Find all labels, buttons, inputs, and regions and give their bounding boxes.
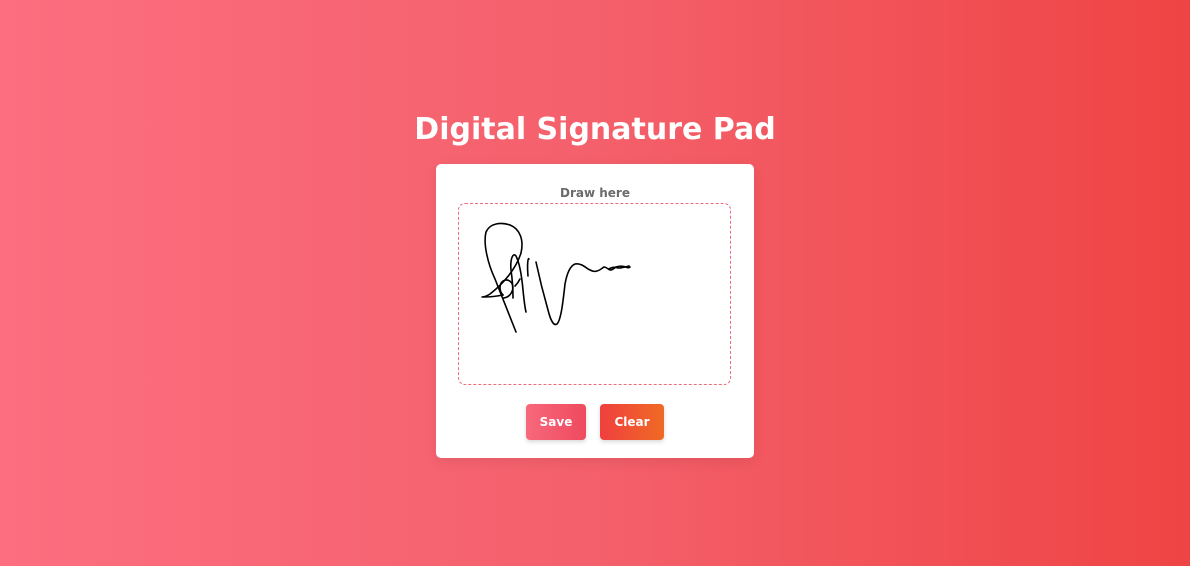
button-row: Save Clear xyxy=(436,404,754,440)
signature-canvas[interactable] xyxy=(458,203,731,385)
clear-button[interactable]: Clear xyxy=(600,404,664,440)
save-button[interactable]: Save xyxy=(526,404,586,440)
signature-stroke xyxy=(481,222,631,333)
signature-drawing xyxy=(481,222,631,333)
signature-card: Draw here Save Clear xyxy=(436,164,754,458)
page-title: Digital Signature Pad xyxy=(414,112,776,147)
draw-here-label: Draw here xyxy=(560,186,630,200)
